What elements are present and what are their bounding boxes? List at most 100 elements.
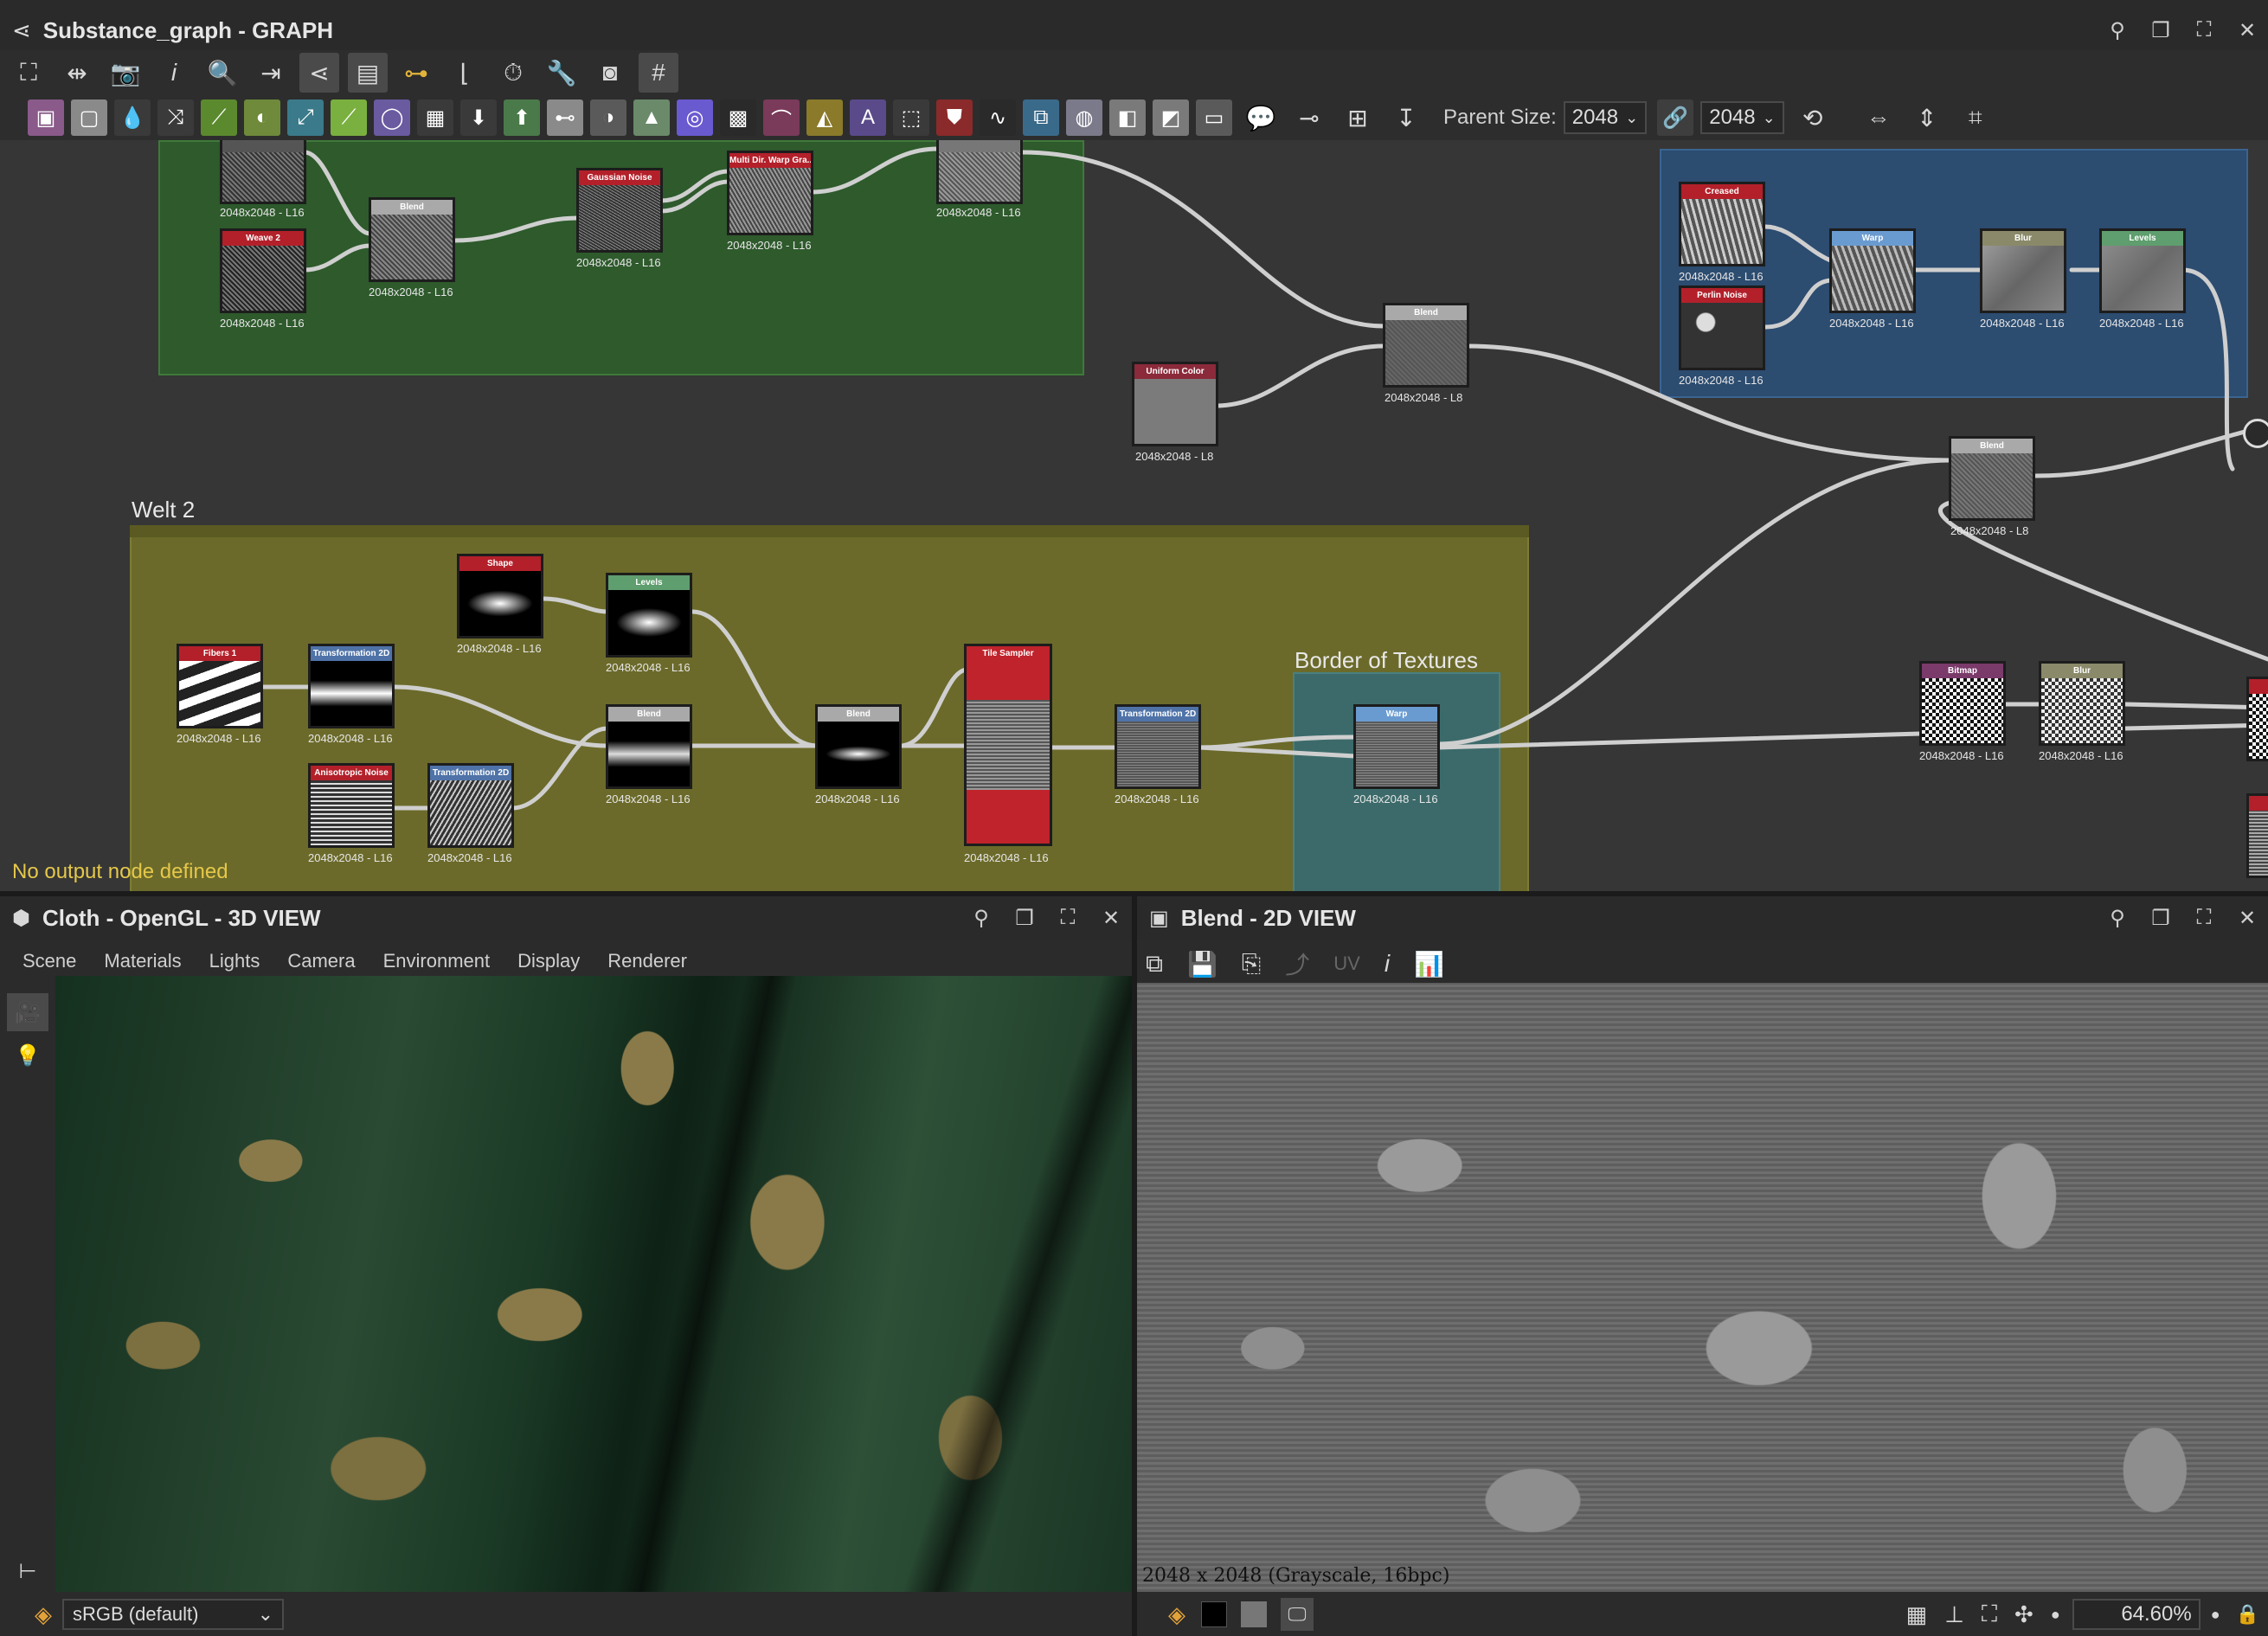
node-creased[interactable]: Creased bbox=[1679, 182, 1765, 266]
node-tile-sampler[interactable]: Tile Sampler bbox=[964, 644, 1052, 846]
node-transformation-2d-3[interactable]: Transformation 2D bbox=[1115, 704, 1201, 789]
snap-icon[interactable]: ⌗ bbox=[1956, 98, 1995, 138]
zoom-out-icon[interactable]: ● bbox=[2051, 1606, 2060, 1624]
restore-icon[interactable]: ❐ bbox=[2149, 18, 2173, 42]
output-node-icon[interactable]: ⬇ bbox=[460, 99, 497, 136]
node-perlin-noise[interactable]: Perlin Noise bbox=[1679, 285, 1765, 370]
color-node-icon[interactable]: 💧 bbox=[114, 99, 151, 136]
fx-node-icon[interactable]: ∿ bbox=[980, 99, 1016, 136]
node-top-output[interactable] bbox=[936, 140, 1023, 204]
mirror-node-icon[interactable]: ◭ bbox=[806, 99, 843, 136]
shape-node-icon[interactable]: ◯ bbox=[374, 99, 410, 136]
fit-view-icon[interactable]: ⛶ bbox=[1982, 1601, 1997, 1628]
node-blur-bitmap[interactable]: Blur bbox=[2039, 661, 2125, 746]
curve-node-icon[interactable]: ⟋ bbox=[201, 99, 237, 136]
node-blend-2[interactable]: Blend bbox=[1383, 303, 1469, 388]
frame-all-icon[interactable]: ⛶ bbox=[9, 53, 48, 93]
video-camera-icon[interactable]: 🎥 bbox=[7, 993, 48, 1031]
close-icon[interactable]: ✕ bbox=[2235, 18, 2259, 42]
preview-icon[interactable]: ◙ bbox=[590, 53, 630, 93]
node-multi-dir-warp[interactable]: Multi Dir. Warp Gra... bbox=[727, 151, 813, 235]
black-background-swatch[interactable] bbox=[1201, 1601, 1227, 1627]
graph-node-icon[interactable]: ⊞ bbox=[1338, 98, 1378, 138]
connector-icon[interactable]: ⌊ bbox=[445, 53, 485, 93]
bitmap-node-icon[interactable]: ▣ bbox=[28, 99, 64, 136]
levels-node-icon[interactable]: ⟋ bbox=[331, 99, 367, 136]
copy-view-icon[interactable]: ⧉ bbox=[1146, 950, 1163, 978]
node-weave-2[interactable]: Weave 2 bbox=[220, 228, 306, 313]
link-icon[interactable]: ⊶ bbox=[396, 53, 436, 93]
timer-icon[interactable]: ⏱ bbox=[493, 53, 533, 93]
menu-display[interactable]: Display bbox=[517, 950, 580, 972]
blend-node-icon[interactable]: ⊷ bbox=[547, 99, 583, 136]
hsl-node-icon[interactable]: ◎ bbox=[677, 99, 713, 136]
tree-icon[interactable]: ⊢ bbox=[7, 1552, 48, 1590]
fit-icon[interactable]: ⇹ bbox=[57, 53, 97, 93]
node-transformation-2d-1[interactable]: Transformation 2D bbox=[308, 644, 395, 728]
dot-node-icon[interactable]: ⊸ bbox=[1289, 98, 1329, 138]
node-levels-welt[interactable]: Levels bbox=[606, 573, 692, 658]
node-warp-border[interactable]: Warp bbox=[1353, 704, 1440, 789]
distance-node-icon[interactable]: ◧ bbox=[1109, 99, 1146, 136]
graph-layout-icon[interactable]: ⋖ bbox=[299, 53, 339, 93]
menu-materials[interactable]: Materials bbox=[104, 950, 181, 972]
light-bulb-icon[interactable]: 💡 bbox=[7, 1036, 48, 1075]
camera-icon[interactable]: 📷 bbox=[106, 53, 145, 93]
wrench-icon[interactable]: 🔧 bbox=[542, 53, 581, 93]
node-levels-blue[interactable]: Levels bbox=[2099, 228, 2186, 313]
graph-canvas[interactable]: Welt 2 Border of Textures 2048x2048 - L1… bbox=[0, 140, 2268, 891]
node-blend-3[interactable]: Blend bbox=[1949, 436, 2035, 521]
cloth-render-viewport[interactable] bbox=[55, 976, 1132, 1592]
align-vertical-icon[interactable]: ⇕ bbox=[1907, 98, 1947, 138]
zoom-in-icon[interactable]: ● bbox=[2211, 1606, 2220, 1624]
node-offscreen-right-2[interactable] bbox=[2246, 793, 2268, 878]
text-node-icon[interactable]: A bbox=[850, 99, 886, 136]
node-blur-blue[interactable]: Blur bbox=[1980, 228, 2066, 313]
shuffle-node-icon[interactable]: ⤨ bbox=[157, 99, 194, 136]
tiling-icon[interactable]: ⊥ bbox=[1944, 1601, 1964, 1628]
normal-node-icon[interactable]: ⧉ bbox=[1023, 99, 1059, 136]
menu-scene[interactable]: Scene bbox=[22, 950, 76, 972]
node-transformation-2d-2[interactable]: Transformation 2D bbox=[427, 763, 514, 848]
zoom-input[interactable]: 64.60% bbox=[2072, 1599, 2201, 1630]
comment-icon[interactable]: 💬 bbox=[1241, 98, 1281, 138]
warp-node-icon[interactable]: ⌒ bbox=[763, 99, 800, 136]
export-icon[interactable]: ⤴ bbox=[1285, 946, 1309, 981]
node-blend-welt-1[interactable]: Blend bbox=[606, 704, 692, 789]
copy-icon[interactable]: ⎘ bbox=[1242, 950, 1261, 978]
info-icon[interactable]: i bbox=[154, 53, 194, 93]
restore-icon[interactable]: ❐ bbox=[1012, 906, 1037, 930]
gray-background-swatch[interactable] bbox=[1241, 1601, 1267, 1627]
reset-size-icon[interactable]: ⟲ bbox=[1793, 98, 1833, 138]
save-icon[interactable]: 💾 bbox=[1187, 950, 1218, 978]
parent-size-select[interactable]: 2048 ⌄ bbox=[1563, 101, 1648, 134]
uv-toggle[interactable]: UV bbox=[1333, 953, 1360, 975]
histogram-node-icon[interactable]: ▲ bbox=[633, 99, 670, 136]
link-size-icon[interactable]: 🔗 bbox=[1657, 99, 1694, 136]
frame-node-icon[interactable]: ▭ bbox=[1196, 99, 1232, 136]
node-offscreen-right[interactable] bbox=[2246, 677, 2268, 761]
port-circle-icon[interactable] bbox=[2243, 419, 2268, 448]
histogram-icon[interactable]: 📊 bbox=[1414, 950, 1444, 978]
maximize-icon[interactable]: ⛶ bbox=[2192, 18, 2216, 42]
pin-icon[interactable]: ⚲ bbox=[2105, 18, 2130, 42]
lock-icon[interactable]: 🔒 bbox=[2236, 1603, 2259, 1626]
svg-node-icon[interactable]: ▢ bbox=[71, 99, 107, 136]
pin-icon[interactable]: ⚲ bbox=[969, 906, 993, 930]
center-icon[interactable]: ✣ bbox=[2014, 1601, 2033, 1628]
node-bitmap[interactable]: Bitmap bbox=[1919, 661, 2006, 746]
output-size-select[interactable]: 2048 ⌄ bbox=[1700, 101, 1784, 134]
node-warp-blue[interactable]: Warp bbox=[1829, 228, 1916, 313]
node-top-input[interactable] bbox=[220, 140, 306, 204]
maximize-icon[interactable]: ⛶ bbox=[1056, 906, 1080, 930]
layers-icon[interactable]: ▤ bbox=[348, 53, 388, 93]
node-uniform-color[interactable]: Uniform Color bbox=[1132, 362, 1218, 446]
node-fibers-1[interactable]: Fibers 1 bbox=[177, 644, 263, 728]
align-horizontal-icon[interactable]: ⇔ bbox=[1859, 98, 1899, 138]
bevel-node-icon[interactable]: ◩ bbox=[1153, 99, 1189, 136]
grayscale-node-icon[interactable]: ◑ bbox=[590, 99, 626, 136]
align-icon[interactable]: ⇥ bbox=[251, 53, 291, 93]
node-blend-welt-2[interactable]: Blend bbox=[815, 704, 902, 789]
node-anisotropic-noise[interactable]: Anisotropic Noise bbox=[308, 763, 395, 848]
close-icon[interactable]: ✕ bbox=[1099, 906, 1123, 930]
